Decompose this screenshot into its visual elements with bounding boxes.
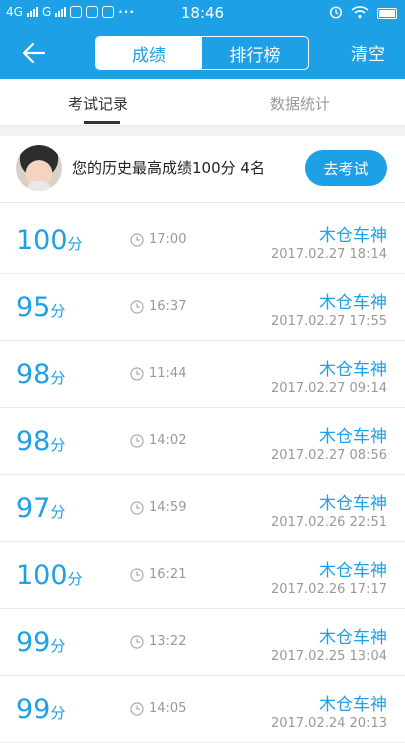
duration-text: 13:22 [149, 634, 187, 649]
title-bar: 成绩 排行榜 清空 [0, 27, 405, 79]
score-unit: 分 [50, 704, 66, 722]
user-name: 木仓车神 [319, 628, 387, 648]
clear-button[interactable]: 清空 [351, 40, 385, 65]
clock-icon [130, 634, 144, 649]
duration-text: 14:02 [149, 433, 187, 448]
user-name: 木仓车神 [319, 695, 387, 715]
duration: 16:21 [130, 567, 186, 582]
score-unit: 分 [67, 235, 83, 253]
record-row[interactable]: 99分 13:22 木仓车神 2017.02.25 13:04 [0, 609, 405, 676]
score-value: 97分 [16, 493, 65, 524]
duration-text: 14:05 [149, 701, 187, 716]
clock-icon [130, 366, 144, 381]
exam-date: 2017.02.26 17:17 [270, 582, 387, 597]
score-unit: 分 [50, 302, 66, 320]
clock-icon [130, 567, 144, 582]
back-button[interactable] [20, 39, 48, 67]
alarm-icon [329, 5, 343, 22]
exam-date: 2017.02.27 08:56 [270, 448, 387, 463]
record-row[interactable]: 97分 14:59 木仓车神 2017.02.26 22:51 [0, 475, 405, 542]
duration-text: 11:44 [149, 366, 187, 381]
wifi-icon [351, 5, 369, 22]
score-number: 97 [16, 493, 51, 524]
exam-date: 2017.02.26 22:51 [270, 515, 387, 530]
clock-icon [130, 232, 144, 247]
record-row[interactable]: 98分 11:44 木仓车神 2017.02.27 09:14 [0, 341, 405, 408]
subtab-statistics[interactable]: 数据统计 [270, 93, 330, 114]
subtab-exam-records[interactable]: 考试记录 [68, 93, 128, 114]
duration-text: 16:37 [149, 299, 187, 314]
segmented-control: 成绩 排行榜 [95, 36, 309, 70]
duration: 17:00 [130, 232, 186, 247]
score-value: 100分 [16, 225, 83, 256]
user-name: 木仓车神 [319, 427, 387, 447]
record-row[interactable]: 95分 16:37 木仓车神 2017.02.27 17:55 [0, 274, 405, 341]
exam-record-list: 100分 17:00 木仓车神 2017.02.27 18:14 95分 16:37 木仓车… [0, 207, 405, 743]
avatar [16, 145, 62, 191]
score-number: 98 [16, 359, 51, 390]
duration-text: 16:21 [149, 567, 187, 582]
exam-date: 2017.02.27 18:14 [270, 247, 387, 262]
score-value: 99分 [16, 627, 65, 658]
best-score-text: 您的历史最高成绩100分 4名 [72, 159, 265, 177]
duration: 13:22 [130, 634, 186, 649]
clock-icon [130, 299, 144, 314]
clock-icon [130, 500, 144, 515]
back-arrow-icon [22, 42, 46, 64]
exam-date: 2017.02.27 17:55 [270, 314, 387, 329]
user-name: 木仓车神 [319, 494, 387, 514]
score-number: 100 [16, 225, 68, 256]
score-unit: 分 [50, 503, 66, 521]
score-unit: 分 [50, 436, 66, 454]
score-unit: 分 [50, 369, 66, 387]
record-row[interactable]: 99分 14:05 木仓车神 2017.02.24 20:13 [0, 676, 405, 743]
score-number: 100 [16, 560, 68, 591]
section-divider [0, 126, 405, 136]
active-tab-indicator [84, 121, 120, 124]
score-number: 99 [16, 627, 51, 658]
score-number: 98 [16, 426, 51, 457]
best-score-summary: 您的历史最高成绩100分 4名 去考试 [0, 136, 405, 203]
score-value: 98分 [16, 426, 65, 457]
user-name: 木仓车神 [319, 293, 387, 313]
record-row[interactable]: 98分 14:02 木仓车神 2017.02.27 08:56 [0, 408, 405, 475]
tab-ranking[interactable]: 排行榜 [202, 37, 308, 69]
clock-icon [130, 433, 144, 448]
duration: 11:44 [130, 366, 186, 381]
duration: 14:59 [130, 500, 186, 515]
battery-icon [377, 8, 397, 19]
user-name: 木仓车神 [319, 561, 387, 581]
duration-text: 14:59 [149, 500, 187, 515]
user-name: 木仓车神 [319, 360, 387, 380]
exam-date: 2017.02.25 13:04 [270, 649, 387, 664]
score-number: 95 [16, 292, 51, 323]
status-bar: 4G G ··· 18:46 [0, 0, 405, 27]
score-unit: 分 [50, 637, 66, 655]
sub-tabs: 考试记录 数据统计 [0, 79, 405, 126]
score-value: 99分 [16, 694, 65, 725]
score-number: 99 [16, 694, 51, 725]
exam-date: 2017.02.27 09:14 [270, 381, 387, 396]
clock-icon [130, 701, 144, 716]
duration-text: 17:00 [149, 232, 187, 247]
user-name: 木仓车神 [319, 226, 387, 246]
score-value: 95分 [16, 292, 65, 323]
score-unit: 分 [67, 570, 83, 588]
take-exam-button[interactable]: 去考试 [305, 150, 387, 186]
duration: 14:05 [130, 701, 186, 716]
duration: 14:02 [130, 433, 186, 448]
score-value: 100分 [16, 560, 83, 591]
record-row[interactable]: 100分 16:21 木仓车神 2017.02.26 17:17 [0, 542, 405, 609]
tab-scores[interactable]: 成绩 [96, 37, 202, 69]
status-right [329, 5, 397, 22]
duration: 16:37 [130, 299, 186, 314]
exam-date: 2017.02.24 20:13 [270, 716, 387, 731]
score-value: 98分 [16, 359, 65, 390]
record-row[interactable]: 100分 17:00 木仓车神 2017.02.27 18:14 [0, 207, 405, 274]
